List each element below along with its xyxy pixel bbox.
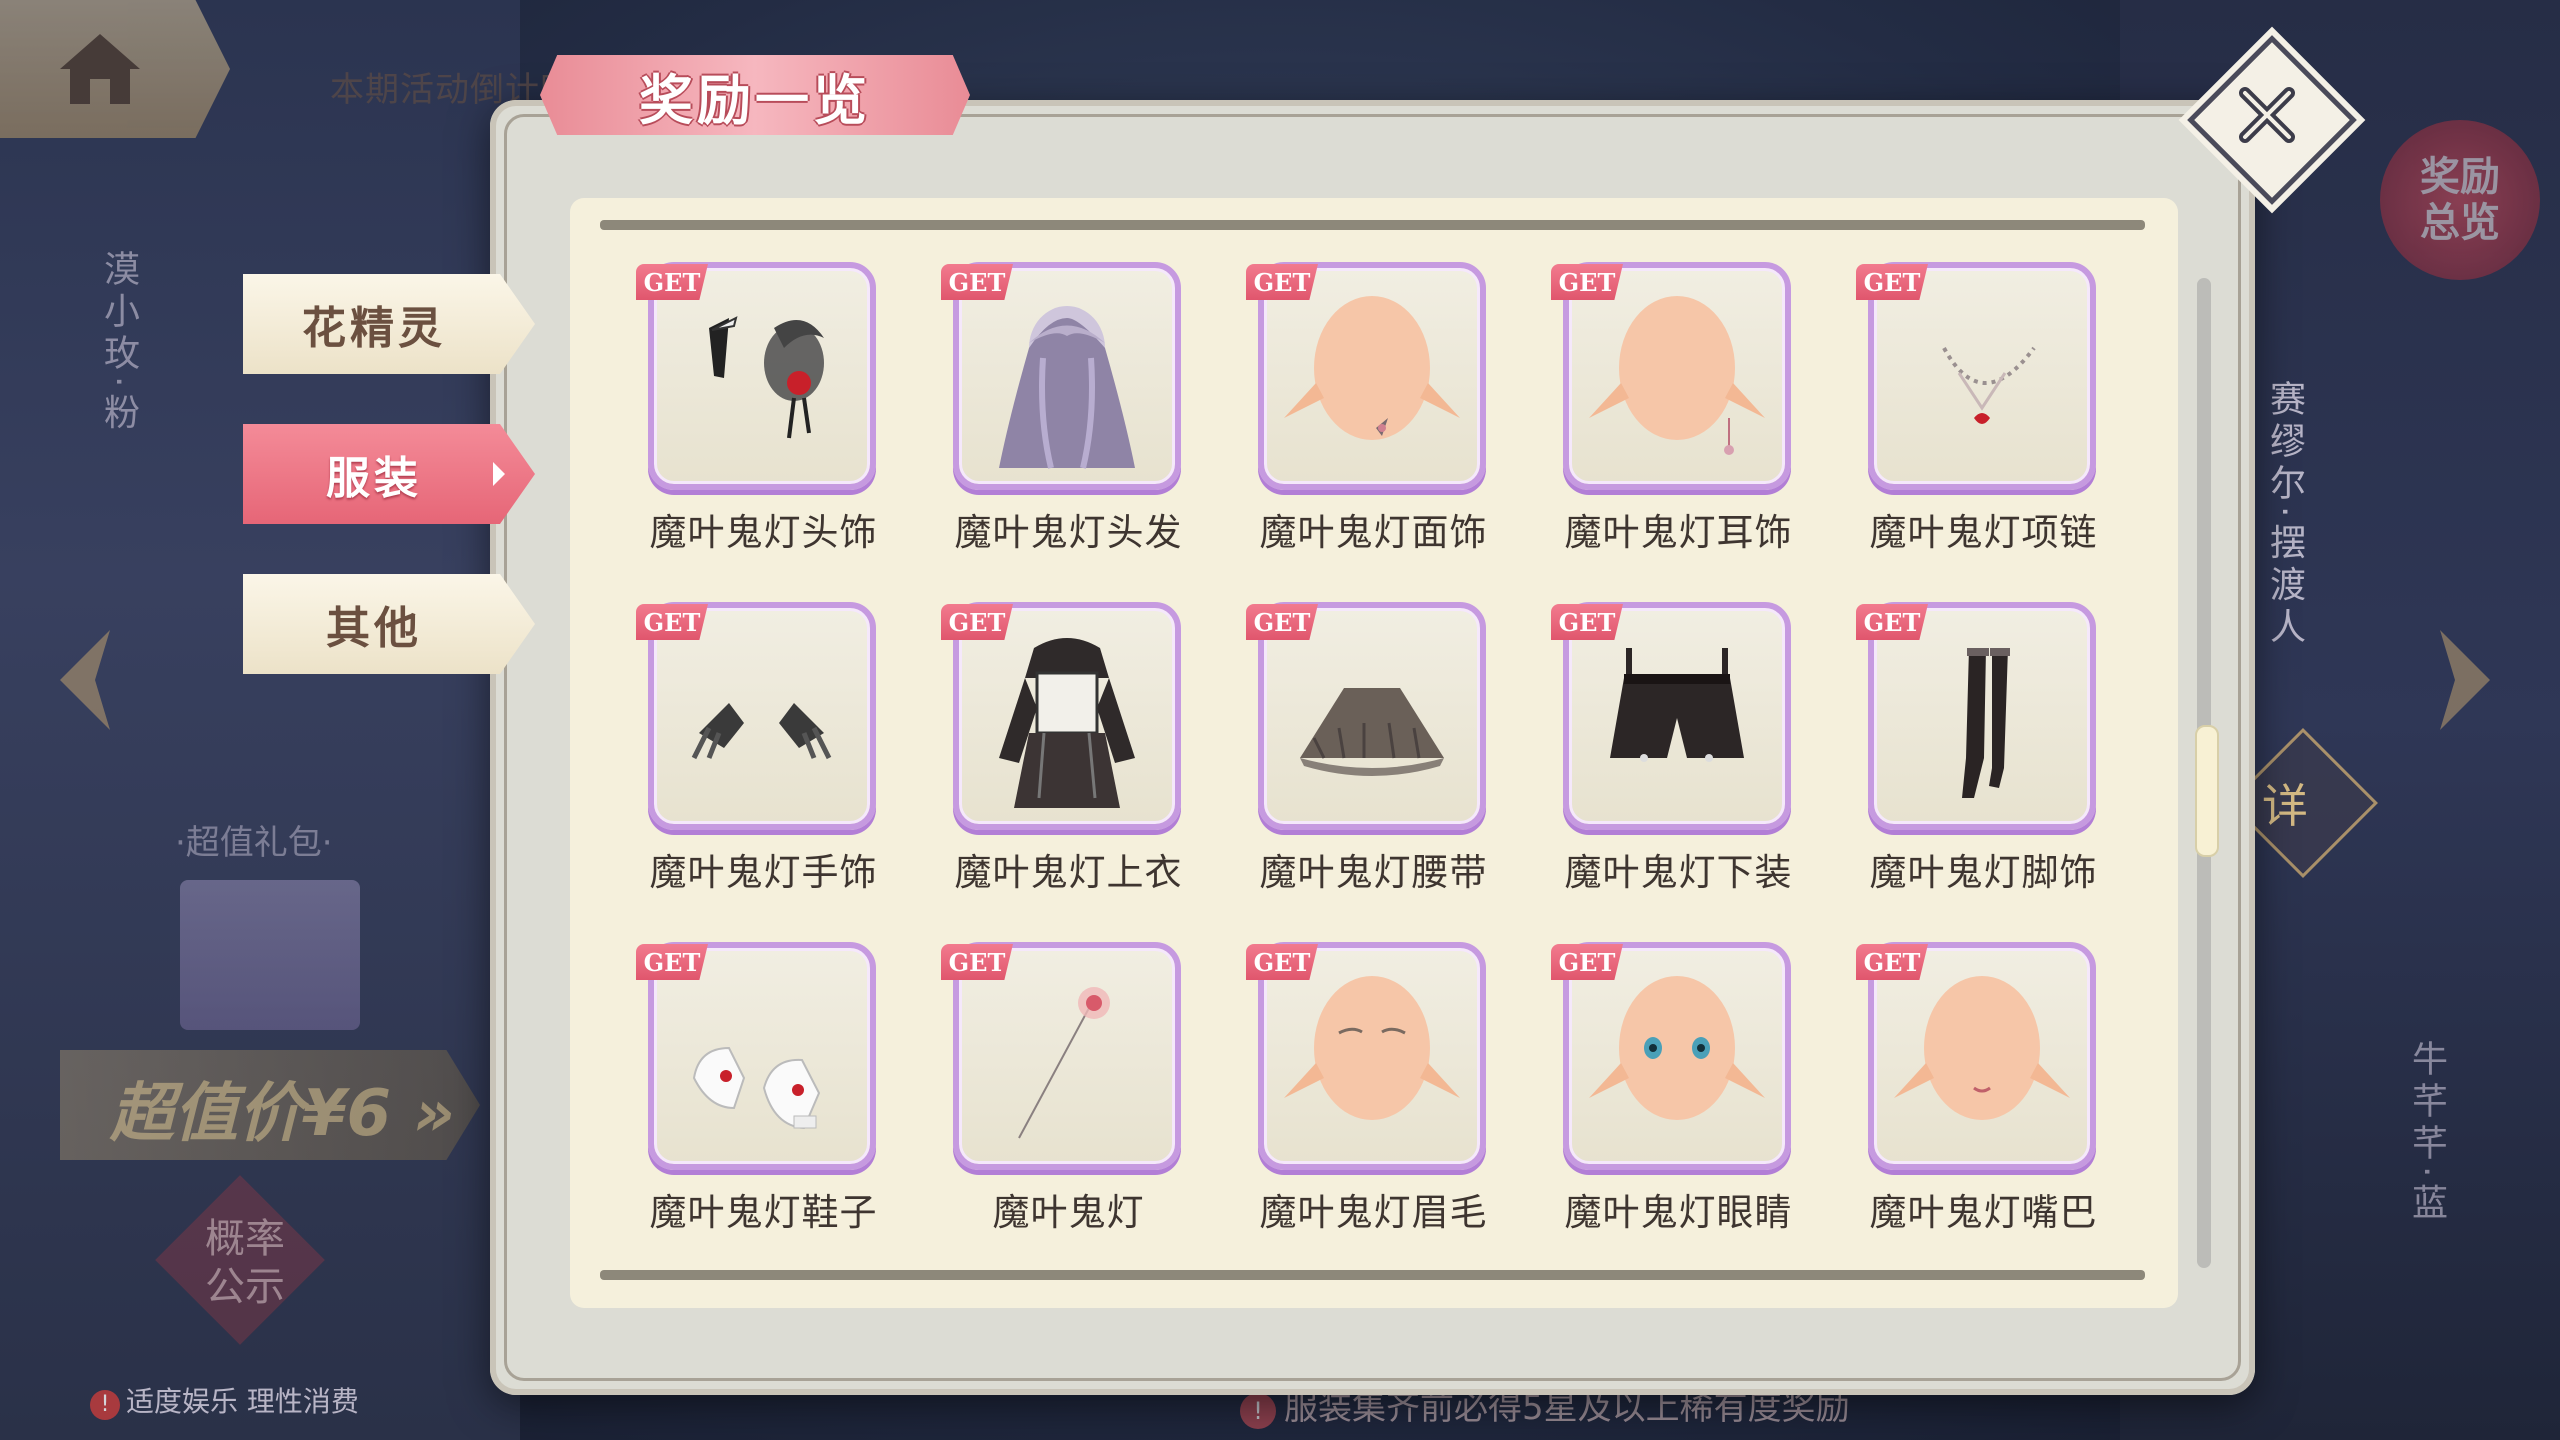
reward-item[interactable]: GET 魔叶鬼灯项链 xyxy=(1856,262,2101,562)
close-icon xyxy=(2239,87,2295,143)
item-name: 魔叶鬼灯腰带 xyxy=(1259,851,1488,894)
lantern-wand-icon xyxy=(1018,987,1110,1139)
get-badge: GET xyxy=(1551,604,1623,640)
panel-divider-top xyxy=(600,220,2145,230)
item-name: 魔叶鬼灯下装 xyxy=(1564,851,1793,894)
gift-box-icon[interactable] xyxy=(180,880,360,1030)
bottoms-icon xyxy=(1610,648,1744,762)
item-name: 魔叶鬼灯脚饰 xyxy=(1869,851,2098,894)
mouth-icon xyxy=(1894,976,2070,1120)
get-badge: GET xyxy=(636,264,708,300)
reward-item[interactable]: GET 魔叶鬼灯手饰 xyxy=(636,602,881,902)
get-badge: GET xyxy=(636,604,708,640)
item-name: 魔叶鬼灯眉毛 xyxy=(1259,1191,1488,1234)
tab-other[interactable]: 其他 xyxy=(243,574,535,674)
reward-item[interactable]: GET 魔叶鬼灯 xyxy=(941,942,1186,1242)
get-badge: GET xyxy=(941,604,1013,640)
disclaimer-text: 适度娱乐 理性消费 xyxy=(126,1385,359,1418)
necklace-icon xyxy=(1942,346,2036,424)
reward-item[interactable]: GET 魔叶鬼灯鞋子 xyxy=(636,942,881,1242)
shoes-icon xyxy=(692,1046,821,1130)
reward-overview-button[interactable]: 奖励总览 xyxy=(2380,120,2540,280)
get-badge: GET xyxy=(1856,604,1928,640)
warning-icon: ! xyxy=(90,1390,120,1420)
detail-label: 详 xyxy=(2262,779,2308,833)
belt-skirt-icon xyxy=(1300,688,1444,776)
caret-right-icon xyxy=(493,462,505,486)
get-badge: GET xyxy=(941,944,1013,980)
right-character-name[interactable]: 赛缪尔·摆渡人 xyxy=(2258,380,2310,649)
left-character-name[interactable]: 漠小玫·粉 xyxy=(92,250,144,435)
item-name: 魔叶鬼灯头饰 xyxy=(649,511,878,554)
item-name: 魔叶鬼灯鞋子 xyxy=(649,1191,878,1234)
gift-price: 超值价¥6 » xyxy=(110,1077,455,1151)
close-button[interactable] xyxy=(2212,60,2322,170)
tab-flower-spirit[interactable]: 花精灵 xyxy=(243,274,535,374)
eyebrows-icon xyxy=(1284,976,1460,1120)
disclaimer: ! 适度娱乐 理性消费 xyxy=(90,1380,359,1420)
item-name: 魔叶鬼灯眼睛 xyxy=(1564,1191,1793,1234)
tab-label: 服装 xyxy=(326,453,422,504)
item-name: 魔叶鬼灯嘴巴 xyxy=(1869,1191,2098,1234)
item-name: 魔叶鬼灯耳饰 xyxy=(1564,511,1793,554)
tab-label: 其他 xyxy=(326,603,422,654)
stockings-icon xyxy=(1962,648,2010,798)
hair-icon xyxy=(999,306,1135,469)
top-icon xyxy=(999,638,1135,808)
reward-overview-label: 奖励总览 xyxy=(2420,154,2500,246)
item-name: 魔叶鬼灯上衣 xyxy=(954,851,1183,894)
reward-item[interactable]: GET 魔叶鬼灯眼睛 xyxy=(1551,942,1796,1242)
item-name: 魔叶鬼灯面饰 xyxy=(1259,511,1488,554)
reward-item[interactable]: GET 魔叶鬼灯下装 xyxy=(1551,602,1796,902)
eyes-icon xyxy=(1589,976,1765,1120)
warning-icon: ! xyxy=(1240,1393,1276,1429)
item-name: 魔叶鬼灯头发 xyxy=(954,511,1183,554)
reward-item[interactable]: GET 魔叶鬼灯头饰 xyxy=(636,262,881,562)
face-accessory-icon xyxy=(1284,296,1460,440)
get-badge: GET xyxy=(636,944,708,980)
item-name: 魔叶鬼灯 xyxy=(992,1191,1145,1234)
right-character-name-2[interactable]: 牛芊芊·蓝 xyxy=(2400,1040,2452,1225)
get-badge: GET xyxy=(1856,944,1928,980)
reward-item[interactable]: GET 魔叶鬼灯腰带 xyxy=(1246,602,1491,902)
reward-item[interactable]: GET 魔叶鬼灯头发 xyxy=(941,262,1186,562)
reward-item[interactable]: GET 魔叶鬼灯嘴巴 xyxy=(1856,942,2101,1242)
item-name: 魔叶鬼灯项链 xyxy=(1869,511,2098,554)
next-arrow-icon[interactable] xyxy=(2430,620,2500,740)
get-badge: GET xyxy=(941,264,1013,300)
home-button[interactable] xyxy=(0,0,230,138)
item-name: 魔叶鬼灯手饰 xyxy=(649,851,878,894)
gift-pack-title: ·超值礼包· xyxy=(175,823,333,863)
earring-icon xyxy=(1589,296,1765,455)
hand-accessory-icon xyxy=(691,703,832,760)
tab-label: 花精灵 xyxy=(302,303,446,354)
probability-label: 概率公示 xyxy=(205,1216,285,1310)
scrollbar-thumb[interactable] xyxy=(2195,725,2219,857)
get-badge: GET xyxy=(1551,264,1623,300)
reward-item[interactable]: GET 魔叶鬼灯上衣 xyxy=(941,602,1186,902)
get-badge: GET xyxy=(1246,604,1318,640)
reward-item[interactable]: GET 魔叶鬼灯眉毛 xyxy=(1246,942,1491,1242)
home-icon xyxy=(60,34,140,104)
panel-divider-bottom xyxy=(600,1270,2145,1280)
modal-title-ribbon: 奖励一览 xyxy=(540,55,970,135)
get-badge: GET xyxy=(1246,944,1318,980)
get-badge: GET xyxy=(1246,264,1318,300)
reward-item[interactable]: GET 魔叶鬼灯面饰 xyxy=(1246,262,1491,562)
prev-arrow-icon[interactable] xyxy=(50,620,120,740)
get-badge: GET xyxy=(1856,264,1928,300)
headpiece-icon xyxy=(709,316,824,439)
reward-item[interactable]: GET 魔叶鬼灯耳饰 xyxy=(1551,262,1796,562)
get-badge: GET xyxy=(1551,944,1623,980)
modal-title: 奖励一览 xyxy=(639,67,871,132)
tab-clothing[interactable]: 服装 xyxy=(243,424,535,524)
reward-item[interactable]: GET 魔叶鬼灯脚饰 xyxy=(1856,602,2101,902)
